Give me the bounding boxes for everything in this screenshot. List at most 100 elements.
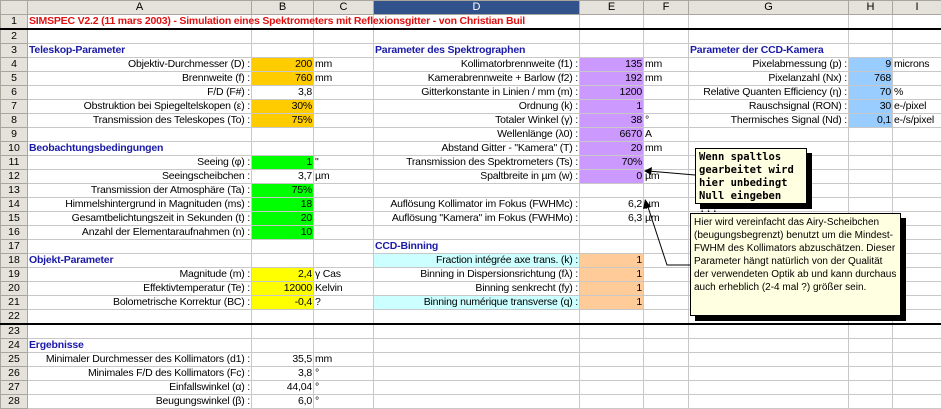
cell-d6[interactable]: Gitterkonstante in Linien / mm (m) :	[374, 86, 580, 100]
row-header[interactable]: 20	[1, 282, 28, 296]
cell-d23[interactable]	[374, 324, 580, 339]
cell-a1[interactable]: SIMSPEC V2.2 (11 mars 2003) - Simulation…	[28, 15, 252, 30]
cell-d16[interactable]	[374, 226, 580, 240]
cell-e26[interactable]	[580, 367, 644, 381]
row-header[interactable]: 18	[1, 254, 28, 268]
row-header[interactable]: 14	[1, 198, 28, 212]
cell-b22[interactable]	[252, 310, 314, 325]
cell-c14[interactable]	[314, 198, 374, 212]
cell-e2[interactable]	[580, 29, 644, 44]
cell-a19[interactable]: Magnitude (m) :	[28, 268, 252, 282]
cell-f12[interactable]: µm	[644, 170, 689, 184]
cell-b18[interactable]	[252, 254, 314, 268]
cell-a2[interactable]	[28, 29, 252, 44]
cell-a4[interactable]: Objektiv-Durchmesser (D) :	[28, 58, 252, 72]
cell-d9[interactable]: Wellenlänge (λ0) :	[374, 128, 580, 142]
row-header[interactable]: 24	[1, 339, 28, 353]
cell-i3[interactable]	[893, 44, 941, 58]
cell-a13[interactable]: Transmission der Atmosphäre (Ta) :	[28, 184, 252, 198]
cell-i4[interactable]: microns	[893, 58, 941, 72]
row-header[interactable]: 27	[1, 381, 28, 395]
row-header[interactable]: 7	[1, 100, 28, 114]
cell-b26[interactable]: 3,8	[252, 367, 314, 381]
cell-f14[interactable]: µm	[644, 198, 689, 212]
cell-d12[interactable]: Spaltbreite in µm (w) :	[374, 170, 580, 184]
cell-b15[interactable]: 20	[252, 212, 314, 226]
cell-d15[interactable]: Auflösung "Kamera" im Fokus (FWHMo) :	[374, 212, 580, 226]
column-header-h[interactable]: H	[849, 1, 893, 15]
cell-d28[interactable]	[374, 395, 580, 409]
cell-b8[interactable]: 75%	[252, 114, 314, 128]
row-header[interactable]: 8	[1, 114, 28, 128]
cell-f15[interactable]: µm	[644, 212, 689, 226]
cell-e27[interactable]	[580, 381, 644, 395]
cell-e21[interactable]: 1	[580, 296, 644, 310]
cell-i1[interactable]	[893, 15, 941, 30]
row-header[interactable]: 15	[1, 212, 28, 226]
cell-g5[interactable]: Pixelanzahl (Nx) :	[689, 72, 849, 86]
cell-h5[interactable]: 768	[849, 72, 893, 86]
cell-a5[interactable]: Brennweite (f) :	[28, 72, 252, 86]
cell-a11[interactable]: Seeing (φ) :	[28, 156, 252, 170]
cell-f20[interactable]	[644, 282, 689, 296]
cell-h9[interactable]	[849, 128, 893, 142]
cell-f23[interactable]	[644, 324, 689, 339]
cell-d17[interactable]: CCD-Binning	[374, 240, 580, 254]
cell-g28[interactable]	[689, 395, 849, 409]
cell-b24[interactable]	[252, 339, 314, 353]
cell-d26[interactable]	[374, 367, 580, 381]
row-header[interactable]: 3	[1, 44, 28, 58]
cell-f9[interactable]: A	[644, 128, 689, 142]
cell-e7[interactable]: 1	[580, 100, 644, 114]
cell-i5[interactable]	[893, 72, 941, 86]
cell-f27[interactable]	[644, 381, 689, 395]
cell-f21[interactable]	[644, 296, 689, 310]
column-header-a[interactable]: A	[28, 1, 252, 15]
cell-e13[interactable]	[580, 184, 644, 198]
cell-f24[interactable]	[644, 339, 689, 353]
cell-e24[interactable]	[580, 339, 644, 353]
cell-i14[interactable]	[893, 198, 941, 212]
cell-f25[interactable]	[644, 353, 689, 367]
cell-a15[interactable]: Gesamtbelichtungszeit in Sekunden (t) :	[28, 212, 252, 226]
cell-h28[interactable]	[849, 395, 893, 409]
cell-h7[interactable]: 30	[849, 100, 893, 114]
cell-h3[interactable]	[849, 44, 893, 58]
cell-c15[interactable]	[314, 212, 374, 226]
cell-i28[interactable]	[893, 395, 941, 409]
cell-d18[interactable]: Fraction intégrée axe trans. (k) :	[374, 254, 580, 268]
cell-i12[interactable]	[893, 170, 941, 184]
cell-h11[interactable]	[849, 156, 893, 170]
cell-g7[interactable]: Rauschsignal (RON) :	[689, 100, 849, 114]
cell-g26[interactable]	[689, 367, 849, 381]
cell-g25[interactable]	[689, 353, 849, 367]
cell-d25[interactable]	[374, 353, 580, 367]
cell-a24[interactable]: Ergebnisse	[28, 339, 252, 353]
cell-c4[interactable]: mm	[314, 58, 374, 72]
cell-i23[interactable]	[893, 324, 941, 339]
cell-f16[interactable]	[644, 226, 689, 240]
cell-h12[interactable]	[849, 170, 893, 184]
cell-c25[interactable]: mm	[314, 353, 374, 367]
row-header[interactable]: 26	[1, 367, 28, 381]
row-header[interactable]: 10	[1, 142, 28, 156]
row-header[interactable]: 23	[1, 324, 28, 339]
cell-a10[interactable]: Beobachtungsbedingungen	[28, 142, 252, 156]
cell-b19[interactable]: 2,4	[252, 268, 314, 282]
cell-b21[interactable]: -0,4	[252, 296, 314, 310]
column-header-f[interactable]: F	[644, 1, 689, 15]
cell-a12[interactable]: Seeingscheibchen :	[28, 170, 252, 184]
cell-c19[interactable]: γ Cas	[314, 268, 374, 282]
cell-e22[interactable]	[580, 310, 644, 325]
column-header-c[interactable]: C	[314, 1, 374, 15]
cell-a8[interactable]: Transmission des Teleskopes (To) :	[28, 114, 252, 128]
cell-f18[interactable]	[644, 254, 689, 268]
cell-e8[interactable]: 38	[580, 114, 644, 128]
cell-d20[interactable]: Binning senkrecht (fy) :	[374, 282, 580, 296]
cell-e12[interactable]: 0	[580, 170, 644, 184]
cell-f7[interactable]	[644, 100, 689, 114]
cell-d3[interactable]: Parameter des Spektrographen	[374, 44, 580, 58]
cell-i24[interactable]	[893, 339, 941, 353]
cell-b2[interactable]	[252, 29, 314, 44]
cell-g6[interactable]: Relative Quanten Efficiency (η) :	[689, 86, 849, 100]
